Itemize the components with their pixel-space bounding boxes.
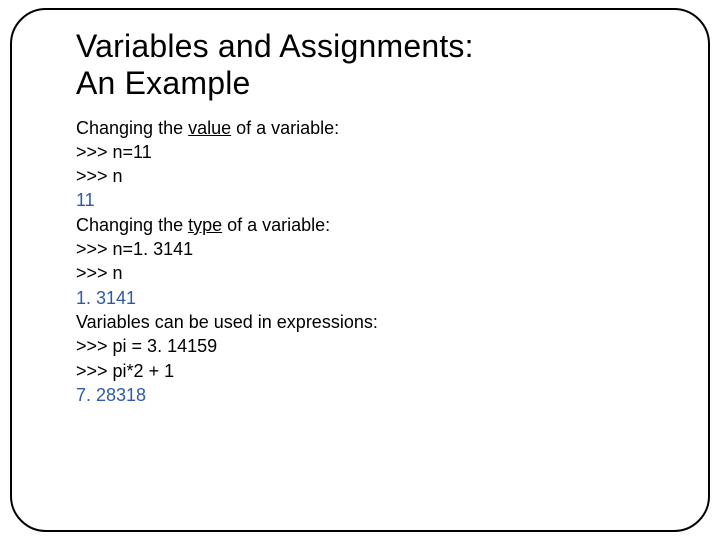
section1-line2: >>> n — [76, 164, 678, 188]
section3-line1: >>> pi = 3. 14159 — [76, 334, 678, 358]
section1-intro-underlined: value — [188, 118, 231, 138]
section3-line2: >>> pi*2 + 1 — [76, 359, 678, 383]
section1-line1: >>> n=11 — [76, 140, 678, 164]
section3-intro: Variables can be used in expressions: — [76, 310, 678, 334]
title-line-1: Variables and Assignments: — [76, 28, 474, 64]
section2-intro: Changing the type of a variable: — [76, 213, 678, 237]
section2-intro-prefix: Changing the — [76, 215, 188, 235]
title-line-2: An Example — [76, 65, 251, 101]
slide-title: Variables and Assignments: An Example — [76, 28, 678, 102]
section2-line1: >>> n=1. 3141 — [76, 237, 678, 261]
section1-intro: Changing the value of a variable: — [76, 116, 678, 140]
section2-intro-underlined: type — [188, 215, 222, 235]
section1-output: 11 — [76, 188, 678, 212]
slide-content: Changing the value of a variable: >>> n=… — [76, 116, 678, 408]
section2-line2: >>> n — [76, 261, 678, 285]
section2-intro-suffix: of a variable: — [222, 215, 330, 235]
section1-intro-prefix: Changing the — [76, 118, 188, 138]
section3-output: 7. 28318 — [76, 383, 678, 407]
section1-intro-suffix: of a variable: — [231, 118, 339, 138]
section2-output: 1. 3141 — [76, 286, 678, 310]
slide-frame: Variables and Assignments: An Example Ch… — [10, 8, 710, 532]
